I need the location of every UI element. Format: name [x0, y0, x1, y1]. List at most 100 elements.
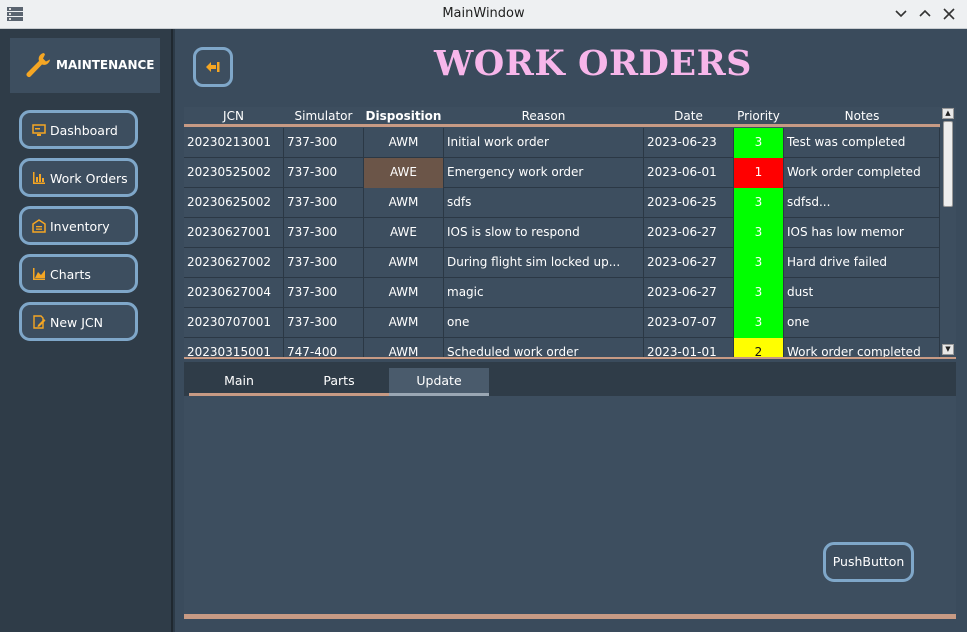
cell-jcn[interactable]: 20230213001	[184, 128, 284, 158]
panel-divider	[184, 614, 956, 619]
table-row[interactable]: 20230627001 737-300 AWE IOS is slow to resp…	[184, 218, 940, 248]
table-row[interactable]: 20230627004 737-300 AWM magic 2023-06-27 3 dus…	[184, 278, 940, 308]
cell-disposition[interactable]: AWM	[364, 278, 444, 308]
cell-disposition[interactable]: AWM	[364, 308, 444, 338]
cell-reason[interactable]: During flight sim locked up...	[444, 248, 644, 278]
column-header-notes[interactable]: Notes	[784, 109, 940, 123]
brand-block: MAINTENANCE	[10, 38, 160, 93]
edit-doc-icon	[33, 315, 46, 329]
sidebar-item-label: Work Orders	[50, 171, 128, 186]
tab-parts[interactable]: Parts	[289, 368, 389, 396]
cell-priority[interactable]: 3	[734, 308, 784, 338]
cell-jcn[interactable]: 20230707001	[184, 308, 284, 338]
cell-priority[interactable]: 2	[734, 338, 784, 357]
cell-disposition[interactable]: AWM	[364, 128, 444, 158]
column-header-date[interactable]: Date	[644, 109, 733, 123]
sidebar-item-charts[interactable]: Charts	[19, 254, 138, 293]
table-row[interactable]: 20230627002 737-300 AWM During flight sim l…	[184, 248, 940, 278]
scrollbar-thumb[interactable]	[943, 121, 953, 207]
cell-priority[interactable]: 3	[734, 128, 784, 158]
cell-simulator[interactable]: 737-300	[284, 188, 364, 218]
sidebar-item-dashboard[interactable]: Dashboard	[19, 110, 138, 149]
cell-disposition[interactable]: AWE	[364, 218, 444, 248]
sidebar: MAINTENANCE Dashboard Work Orders Invent…	[0, 29, 173, 632]
column-header-disposition[interactable]: Disposition	[364, 109, 443, 123]
cell-reason[interactable]: Scheduled work order	[444, 338, 644, 357]
page-title: WORK ORDERS	[434, 43, 752, 84]
cell-disposition[interactable]: AWM	[364, 188, 444, 218]
chevron-up-icon	[919, 9, 931, 17]
cell-simulator[interactable]: 737-300	[284, 158, 364, 188]
cell-disposition[interactable]: AWE	[364, 158, 444, 188]
cell-reason[interactable]: Emergency work order	[444, 158, 644, 188]
cell-notes[interactable]: IOS has low memor	[784, 218, 940, 248]
cell-reason[interactable]: sdfs	[444, 188, 644, 218]
column-header-jcn[interactable]: JCN	[184, 109, 283, 123]
table-vertical-scrollbar[interactable]: ▲ ▼	[940, 107, 956, 357]
cell-date[interactable]: 2023-01-01	[644, 338, 734, 357]
cell-jcn[interactable]: 20230525002	[184, 158, 284, 188]
cell-date[interactable]: 2023-06-27	[644, 218, 734, 248]
sidebar-item-label: Inventory	[50, 219, 110, 234]
cell-notes[interactable]: Work order completed	[784, 158, 940, 188]
cell-reason[interactable]: one	[444, 308, 644, 338]
cell-disposition[interactable]: AWM	[364, 338, 444, 357]
cell-date[interactable]: 2023-07-07	[644, 308, 734, 338]
cell-jcn[interactable]: 20230627004	[184, 278, 284, 308]
cell-jcn[interactable]: 20230625002	[184, 188, 284, 218]
minimize-button[interactable]	[891, 4, 911, 24]
cell-notes[interactable]: Work order completed	[784, 338, 940, 357]
cell-disposition[interactable]: AWM	[364, 248, 444, 278]
cell-jcn[interactable]: 20230627002	[184, 248, 284, 278]
sidebar-item-inventory[interactable]: Inventory	[19, 206, 138, 245]
cell-priority[interactable]: 3	[734, 218, 784, 248]
cell-simulator[interactable]: 737-300	[284, 218, 364, 248]
table-row[interactable]: 20230315001 747-400 AWM Scheduled work orde…	[184, 338, 940, 357]
cell-reason[interactable]: IOS is slow to respond	[444, 218, 644, 248]
main-content: WORK ORDERS JCN Simulator Disposition Re…	[175, 29, 967, 632]
column-header-simulator[interactable]: Simulator	[284, 109, 363, 123]
sidebar-item-new-jcn[interactable]: New JCN	[19, 302, 138, 341]
cell-simulator[interactable]: 747-400	[284, 338, 364, 357]
cell-jcn[interactable]: 20230627001	[184, 218, 284, 248]
cell-date[interactable]: 2023-06-25	[644, 188, 734, 218]
cell-simulator[interactable]: 737-300	[284, 248, 364, 278]
cell-notes[interactable]: sdfsd...	[784, 188, 940, 218]
cell-simulator[interactable]: 737-300	[284, 128, 364, 158]
column-header-priority[interactable]: Priority	[734, 109, 783, 123]
cell-notes[interactable]: one	[784, 308, 940, 338]
cell-reason[interactable]: magic	[444, 278, 644, 308]
cell-priority[interactable]: 3	[734, 248, 784, 278]
scroll-down-arrow-icon[interactable]: ▼	[942, 344, 954, 355]
cell-priority[interactable]: 1	[734, 158, 784, 188]
cell-simulator[interactable]: 737-300	[284, 308, 364, 338]
tab-update[interactable]: Update	[389, 368, 489, 396]
scroll-up-arrow-icon[interactable]: ▲	[942, 108, 954, 119]
cell-simulator[interactable]: 737-300	[284, 278, 364, 308]
sidebar-item-work-orders[interactable]: Work Orders	[19, 158, 138, 197]
push-button[interactable]: PushButton	[823, 542, 914, 582]
close-button[interactable]	[939, 4, 959, 24]
window-titlebar: MainWindow	[0, 0, 967, 29]
cell-date[interactable]: 2023-06-23	[644, 128, 734, 158]
cell-priority[interactable]: 3	[734, 278, 784, 308]
table-row[interactable]: 20230625002 737-300 AWM sdfs 2023-06-25 3 sdfs…	[184, 188, 940, 218]
cell-date[interactable]: 2023-06-27	[644, 248, 734, 278]
cell-date[interactable]: 2023-06-27	[644, 278, 734, 308]
table-row[interactable]: 20230707001 737-300 AWM one 2023-07-07 3 one	[184, 308, 940, 338]
cell-date[interactable]: 2023-06-01	[644, 158, 734, 188]
table-row[interactable]: 20230525002 737-300 AWE Emergency work orde…	[184, 158, 940, 188]
back-button[interactable]	[193, 47, 233, 87]
cell-jcn[interactable]: 20230315001	[184, 338, 284, 357]
column-header-reason[interactable]: Reason	[444, 109, 643, 123]
sidebar-item-label: Charts	[50, 267, 91, 282]
cell-reason[interactable]: Initial work order	[444, 128, 644, 158]
cell-notes[interactable]: dust	[784, 278, 940, 308]
tab-main[interactable]: Main	[189, 368, 289, 396]
table-row[interactable]: 20230213001 737-300 AWM Initial work order 2…	[184, 128, 940, 158]
maximize-button[interactable]	[915, 4, 935, 24]
cell-priority[interactable]: 3	[734, 188, 784, 218]
chevron-down-icon	[895, 10, 907, 18]
cell-notes[interactable]: Hard drive failed	[784, 248, 940, 278]
cell-notes[interactable]: Test was completed	[784, 128, 940, 158]
